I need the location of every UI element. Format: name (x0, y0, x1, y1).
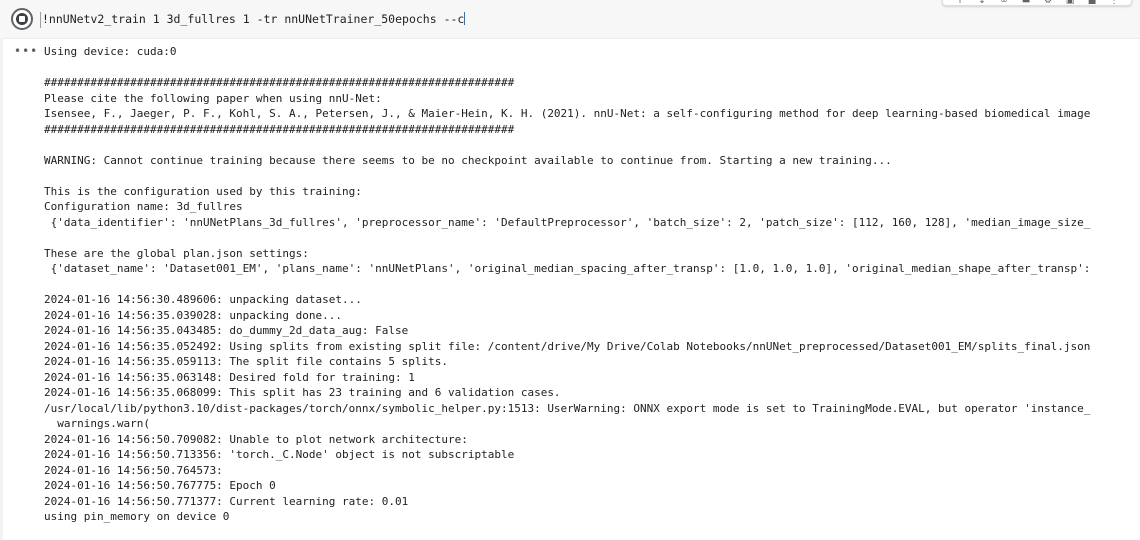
gear-icon[interactable]: ⚙ (1043, 0, 1053, 4)
notebook-page: !nnUNetv2_train 1 3d_fullres 1 -tr nnUNe… (0, 0, 1140, 540)
output-left-border (0, 38, 3, 540)
output-line: Isensee, F., Jaeger, P. F., Kohl, S. A.,… (44, 107, 1091, 120)
cell-input[interactable]: !nnUNetv2_train 1 3d_fullres 1 -tr nnUNe… (40, 12, 466, 28)
output-line: 2024-01-16 14:56:50.764573: (44, 463, 223, 477)
output-line: 2024-01-16 14:56:35.068099: This split h… (44, 386, 561, 399)
output-line: WARNING: Cannot continue training becaus… (44, 153, 892, 167)
stop-icon (19, 16, 25, 22)
output-line: {'dataset_name': 'Dataset001_EM', 'plans… (44, 262, 1091, 275)
cell-command-text: !nnUNetv2_train 1 3d_fullres 1 -tr nnUNe… (42, 12, 465, 26)
output-menu-icon[interactable]: ••• (14, 44, 38, 58)
delete-icon[interactable]: ■ (1087, 0, 1097, 4)
output-line: /usr/local/lib/python3.10/dist-packages/… (44, 401, 1091, 415)
output-line: Using device: cuda:0 (44, 45, 177, 58)
output-line: This is the configuration used by this t… (44, 184, 362, 198)
cell-toolbar: ↑ ↓ ∞ ▬ ⚙ ▣ ■ ⋮ (942, 0, 1132, 6)
cell-output: Using device: cuda:0 ####################… (44, 44, 1140, 525)
output-line: Configuration name: 3d_fullres (44, 200, 243, 213)
more-icon[interactable]: ⋮ (1109, 0, 1119, 4)
output-line: 2024-01-16 14:56:35.063148: Desired fold… (44, 370, 415, 384)
output-line: 2024-01-16 14:56:35.059113: The split fi… (44, 355, 448, 368)
run-cell-button[interactable] (11, 8, 33, 30)
output-line: 2024-01-16 14:56:50.709082: Unable to pl… (44, 432, 468, 446)
comment-icon[interactable]: ▬ (1021, 0, 1031, 4)
output-line: warnings.warn( (44, 417, 150, 430)
output-line: ########################################… (44, 122, 515, 136)
code-cell[interactable]: !nnUNetv2_train 1 3d_fullres 1 -tr nnUNe… (0, 0, 1140, 39)
arrow-up-icon[interactable]: ↑ (955, 0, 965, 4)
output-line: using pin_memory on device 0 (44, 510, 230, 523)
output-line: 2024-01-16 14:56:50.767775: Epoch 0 (44, 479, 276, 492)
output-line: These are the global plan.json settings: (44, 246, 309, 260)
text-cursor (464, 12, 466, 25)
output-line: 2024-01-16 14:56:35.039028: unpacking do… (44, 308, 343, 322)
link-icon[interactable]: ∞ (999, 0, 1009, 4)
output-line: 2024-01-16 14:56:30.489606: unpacking da… (44, 293, 362, 306)
arrow-down-icon[interactable]: ↓ (977, 0, 987, 4)
mirror-icon[interactable]: ▣ (1065, 0, 1075, 4)
output-line: 2024-01-16 14:56:50.713356: 'torch._C.No… (44, 448, 515, 461)
output-line: Please cite the following paper when usi… (44, 91, 382, 105)
output-line: 2024-01-16 14:56:35.043485: do_dummy_2d_… (44, 324, 409, 337)
output-line: ########################################… (44, 76, 515, 89)
output-line: {'data_identifier': 'nnUNetPlans_3d_full… (44, 215, 1091, 229)
output-line: 2024-01-16 14:56:50.771377: Current lear… (44, 494, 409, 508)
output-line: 2024-01-16 14:56:35.052492: Using splits… (44, 339, 1091, 353)
